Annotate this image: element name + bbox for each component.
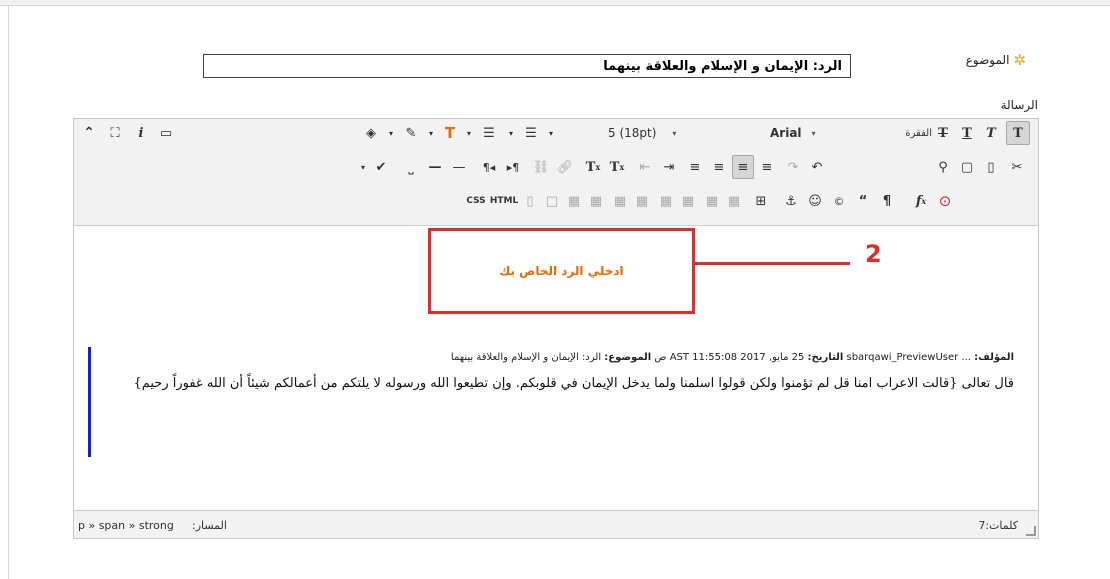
table-split-icon[interactable]: ▦ (586, 189, 606, 213)
indent-icon[interactable]: ⇥ (658, 155, 680, 179)
spellcheck-dropdown-icon[interactable]: ▾ (356, 155, 370, 179)
font-family-select[interactable]: Arial ▾ (770, 121, 832, 145)
eraser-icon[interactable]: ◈ (360, 121, 382, 145)
underline-icon[interactable]: T (956, 121, 978, 145)
redo-icon[interactable]: ↷ (782, 155, 804, 179)
search-icon[interactable]: ⚲ (932, 155, 954, 179)
unlink-icon[interactable]: ⛓ (530, 155, 552, 179)
quote-metadata: المؤلف: ... sbarqawi_PreviewUser التاريخ… (450, 352, 1014, 363)
insert-table-icon[interactable]: ⊞ (750, 189, 772, 213)
table-row-icon[interactable]: □ (542, 189, 562, 213)
table-merge-icon[interactable]: ▦ (564, 189, 584, 213)
cut-icon[interactable]: ✂ (1006, 155, 1028, 179)
anchor-icon[interactable]: ⚓ (780, 189, 802, 213)
subscript-icon[interactable]: Tx (582, 155, 604, 179)
bullet-list-icon[interactable]: ☰ (520, 121, 542, 145)
fullscreen-icon[interactable]: ⛶ (104, 121, 126, 145)
outdent-icon[interactable]: ⇤ (634, 155, 656, 179)
table-insert-col-icon[interactable]: ▦ (656, 189, 676, 213)
annotation-step-number: 2 (865, 240, 882, 268)
rich-text-editor: ⌃ ⛶ i ▭ ◈ ▾ ✎ ▾ T ▾ ☰ ▾ ☰ ▾ 5 (18pt) ▾ A… (73, 118, 1039, 539)
nonbreaking-space-icon[interactable]: ⎵ (400, 155, 422, 179)
table-delete-icon[interactable]: ▦ (724, 189, 744, 213)
table-props-icon[interactable]: ▦ (702, 189, 722, 213)
annotation-callout-box: ادخلي الرد الخاص بك (428, 228, 695, 314)
toolbar-row-2: ▾ ✔ ⎵ — — ¶◂ ▸¶ ⛓ 🔗︎ Tx Tx ⇤ ⇥ ≡ ≡ ≡ ≡ ↷… (74, 155, 1038, 181)
math-formula-icon[interactable]: fx (910, 189, 932, 213)
align-justify-icon[interactable]: ≡ (684, 155, 706, 179)
rtl-direction-icon[interactable]: ¶◂ (478, 155, 500, 179)
bold-icon[interactable]: T (1006, 121, 1030, 145)
highlight-pen-icon[interactable]: ✎ (400, 121, 422, 145)
subject-input[interactable] (203, 54, 851, 78)
word-count: كلمات:7 (978, 519, 1018, 532)
paragraph-select[interactable]: الفقرة (882, 121, 932, 145)
align-left-icon[interactable]: ≡ (756, 155, 778, 179)
annotation-callout-text: ادخلي الرد الخاص بك (499, 264, 624, 278)
toolbar-row-1: ⌃ ⛶ i ▭ ◈ ▾ ✎ ▾ T ▾ ☰ ▾ ☰ ▾ 5 (18pt) ▾ A… (74, 121, 1038, 147)
quoted-message: المؤلف: ... sbarqawi_PreviewUser التاريخ… (88, 347, 1018, 457)
editor-toolbar: ⌃ ⛶ i ▭ ◈ ▾ ✎ ▾ T ▾ ☰ ▾ ☰ ▾ 5 (18pt) ▾ A… (74, 119, 1038, 226)
emoticon-icon[interactable]: ☺ (804, 189, 826, 213)
info-icon[interactable]: i (130, 121, 152, 145)
toolbar-row-3: CSS HTML ▯ □ ▦ ▦ ▦ ▦ ▦ ▦ ▦ ▦ ⊞ ⚓ ☺ © “ ¶… (74, 189, 1038, 215)
font-size-dropdown-icon: ▾ (672, 128, 677, 138)
top-border (0, 0, 1110, 6)
css-button[interactable]: CSS (464, 189, 488, 213)
font-family-dropdown-icon: ▾ (811, 128, 816, 138)
bullet-list-dropdown-icon[interactable]: ▾ (544, 121, 558, 145)
copy-icon[interactable]: ▯ (980, 155, 1002, 179)
table-cell-icon[interactable]: ▯ (520, 189, 540, 213)
element-path[interactable]: p » span » strong (78, 519, 174, 532)
superscript-icon[interactable]: Tx (606, 155, 628, 179)
numbered-list-icon[interactable]: ☰ (478, 121, 500, 145)
line-icon[interactable]: — (448, 155, 470, 179)
table-delete-row-icon[interactable]: ▦ (632, 189, 652, 213)
eraser-dropdown-icon[interactable]: ▾ (384, 121, 398, 145)
text-color-icon[interactable]: T (440, 121, 460, 145)
italic-icon[interactable]: T (980, 121, 1002, 145)
pilcrow-icon[interactable]: ¶ (876, 189, 898, 213)
blockquote-icon[interactable]: “ (852, 189, 874, 213)
preview-icon[interactable]: ▭ (154, 121, 178, 145)
align-center-icon[interactable]: ≡ (732, 155, 754, 179)
element-path-label: المسار: (192, 519, 227, 532)
left-border (8, 6, 9, 579)
required-star-icon: ✲ (1013, 51, 1026, 69)
highlight-dropdown-icon[interactable]: ▾ (424, 121, 438, 145)
font-size-select[interactable]: 5 (18pt) ▾ (608, 121, 708, 145)
editor-statusbar: p » span » strong المسار: كلمات:7 (74, 510, 1038, 538)
subject-label: ✲ الموضوع (965, 51, 1026, 69)
link-icon[interactable]: 🔗︎ (554, 155, 576, 179)
resize-handle-icon[interactable] (1026, 526, 1036, 536)
strikethrough-icon[interactable]: T (932, 121, 954, 145)
table-insert-row-icon[interactable]: ▦ (610, 189, 630, 213)
annotation-connector-line (695, 262, 850, 265)
html-button[interactable]: HTML (490, 189, 518, 213)
text-color-dropdown-icon[interactable]: ▾ (462, 121, 476, 145)
message-label: الرسالة (1000, 98, 1038, 112)
quote-body-text: قال تعالى {قالت الاعراب امنا قل لم تؤمنو… (133, 376, 1014, 391)
numbered-list-dropdown-icon[interactable]: ▾ (504, 121, 518, 145)
toolbar-collapse-icon[interactable]: ⌃ (78, 121, 100, 145)
paste-icon[interactable]: ▢ (956, 155, 978, 179)
mashup-icon[interactable]: ⊙ (934, 189, 956, 213)
spellcheck-icon[interactable]: ✔ (370, 155, 392, 179)
horizontal-rule-icon[interactable]: — (424, 155, 446, 179)
page: ✲ الموضوع الرسالة ⌃ ⛶ i ▭ ◈ ▾ ✎ ▾ T ▾ ☰ … (0, 0, 1110, 579)
copyright-icon[interactable]: © (828, 189, 850, 213)
undo-icon[interactable]: ↶ (806, 155, 828, 179)
table-delete-col-icon[interactable]: ▦ (678, 189, 698, 213)
ltr-direction-icon[interactable]: ▸¶ (502, 155, 524, 179)
align-right-icon[interactable]: ≡ (708, 155, 730, 179)
